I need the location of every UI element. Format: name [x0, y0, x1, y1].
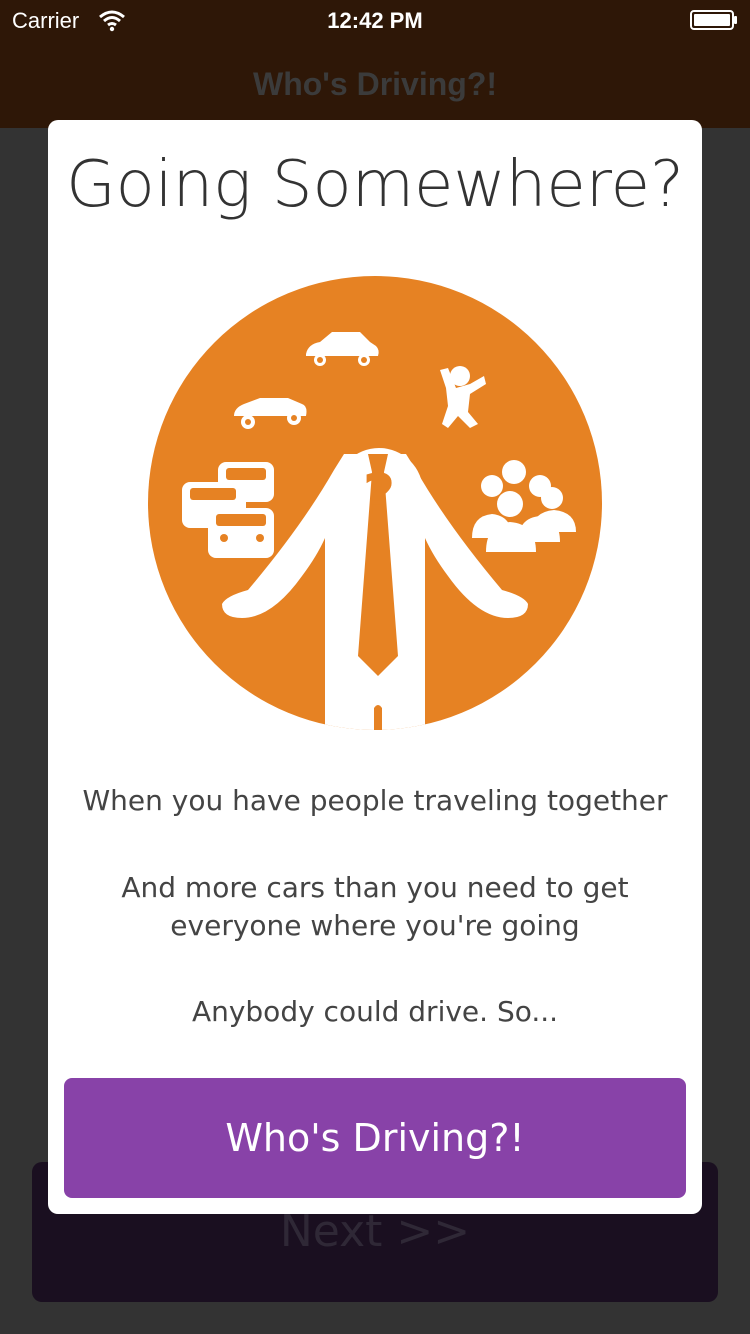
- battery-icon: [690, 10, 737, 30]
- intro-line-1: When you have people traveling together: [82, 784, 668, 817]
- status-bar: Carrier 12:42 PM: [0, 0, 750, 40]
- trouser-gap: [374, 705, 382, 730]
- intro-line-3: Anybody could drive. So...: [191, 995, 559, 1028]
- nav-title: Who's Driving?!: [252, 66, 498, 102]
- navigation-bar: Who's Driving?!: [0, 40, 750, 128]
- whos-driving-button[interactable]: Who's Driving?!: [64, 1078, 686, 1198]
- onboarding-dialog: Going Somewhere? ? When you have people …: [48, 120, 702, 1214]
- dialog-title: Going Somewhere?: [66, 148, 684, 222]
- status-time: 12:42 PM: [327, 8, 423, 33]
- question-mark-icon: ?: [363, 463, 395, 528]
- intro-line-2: And more cars than you need to get every…: [121, 871, 629, 942]
- who-is-driving-illustration: ?: [148, 276, 602, 730]
